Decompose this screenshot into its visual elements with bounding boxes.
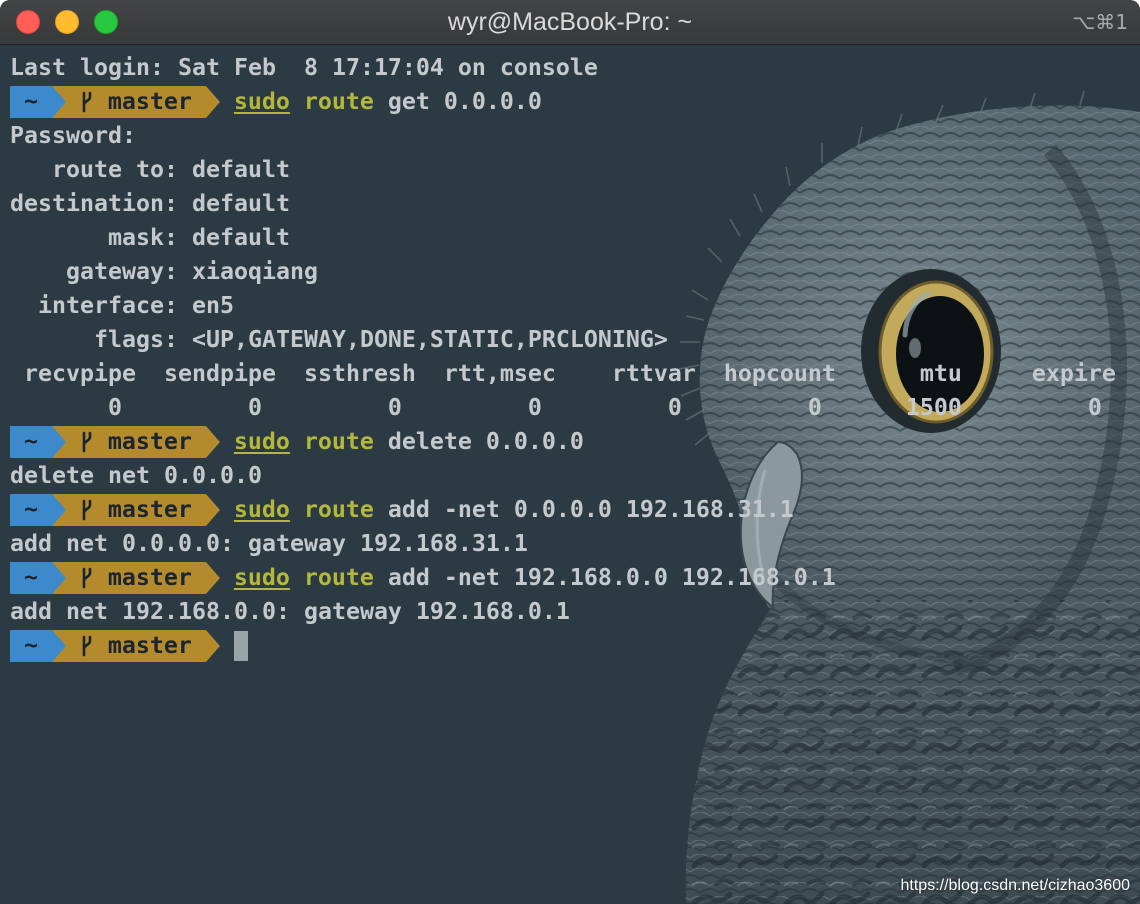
text-cursor (233, 631, 248, 661)
command-arguments: add -net 0.0.0.0 192.168.31.1 (387, 496, 794, 523)
prompt-git-branch: master (107, 88, 192, 115)
command-name: route (303, 428, 374, 455)
git-branch-icon (82, 635, 92, 657)
command-prompt-line: ~ master sudo route delete 0.0.0.0 (10, 425, 1140, 459)
output-line: interface: en5 (10, 292, 234, 319)
prompt-separator-arrow (205, 562, 220, 594)
prompt-git-segment: master (65, 494, 206, 526)
prompt-git-branch: master (107, 428, 192, 455)
output-line: destination: default (10, 190, 290, 217)
output-line: Last login: Sat Feb 8 17:17:04 on consol… (10, 54, 598, 81)
output-line: delete net 0.0.0.0 (10, 462, 262, 489)
terminal-body[interactable]: Last login: Sat Feb 8 17:17:04 on consol… (0, 45, 1140, 904)
window-shortcut-label: ⌥⌘1 (1072, 10, 1128, 34)
prompt-git-segment: master (65, 630, 206, 662)
prompt-directory-segment: ~ (10, 630, 52, 662)
prompt-directory-segment: ~ (10, 426, 52, 458)
prompt-directory-segment: ~ (10, 86, 52, 118)
prompt-git-branch: master (107, 564, 192, 591)
prompt-git-segment: master (65, 426, 206, 458)
active-prompt-line[interactable]: ~ master (10, 629, 1140, 663)
command-precommand: sudo (233, 564, 290, 591)
prompt-separator-arrow (205, 426, 220, 458)
prompt-git-segment: master (65, 86, 206, 118)
prompt-separator-arrow (51, 562, 66, 594)
window-title: wyr@MacBook-Pro: ~ (447, 8, 693, 36)
prompt-git-segment: master (65, 562, 206, 594)
prompt-separator-arrow (205, 86, 220, 118)
git-branch-icon (82, 431, 92, 453)
output-line: recvpipe sendpipe ssthresh rtt,msec rttv… (10, 360, 1116, 387)
output-line: Password: (10, 122, 136, 149)
output-line: gateway: xiaoqiang (10, 258, 318, 285)
output-line: flags: <UP,GATEWAY,DONE,STATIC,PRCLONING… (10, 326, 668, 353)
prompt-directory: ~ (23, 88, 38, 115)
prompt-directory-segment: ~ (10, 562, 52, 594)
command-precommand: sudo (233, 88, 290, 115)
prompt-separator-arrow (51, 494, 66, 526)
title-bar[interactable]: wyr@MacBook-Pro: ~ ⌥⌘1 (0, 0, 1140, 45)
command-name: route (303, 564, 374, 591)
command-precommand: sudo (233, 428, 290, 455)
output-line: add net 0.0.0.0: gateway 192.168.31.1 (10, 530, 528, 557)
command-arguments: delete 0.0.0.0 (387, 428, 584, 455)
output-line: add net 192.168.0.0: gateway 192.168.0.1 (10, 598, 570, 625)
prompt-directory: ~ (23, 632, 38, 659)
prompt-separator-arrow (205, 494, 220, 526)
command-arguments: add -net 192.168.0.0 192.168.0.1 (387, 564, 836, 591)
prompt-separator-arrow (205, 630, 220, 662)
command-name: route (303, 88, 374, 115)
prompt-separator-arrow (51, 86, 66, 118)
prompt-directory: ~ (23, 428, 38, 455)
command-name: route (303, 496, 374, 523)
output-line: 0 0 0 0 0 0 1500 0 (10, 394, 1102, 421)
prompt-directory: ~ (23, 496, 38, 523)
watermark-url: https://blog.csdn.net/cizhao3600 (900, 877, 1131, 894)
git-branch-icon (82, 567, 92, 589)
prompt-git-branch: master (107, 496, 192, 523)
output-line: route to: default (10, 156, 290, 183)
prompt-directory-segment: ~ (10, 494, 52, 526)
prompt-separator-arrow (51, 630, 66, 662)
prompt-git-branch: master (107, 632, 192, 659)
command-prompt-line: ~ master sudo route add -net 192.168.0.0 192… (10, 561, 1140, 595)
command-precommand: sudo (233, 496, 290, 523)
git-branch-icon (82, 91, 92, 113)
output-line: mask: default (10, 224, 290, 251)
prompt-directory: ~ (23, 564, 38, 591)
terminal-window: wyr@MacBook-Pro: ~ ⌥⌘1 Last login: Sat F… (0, 0, 1140, 904)
git-branch-icon (82, 499, 92, 521)
command-prompt-line: ~ master sudo route get 0.0.0.0 (10, 85, 1140, 119)
command-arguments: get 0.0.0.0 (387, 88, 542, 115)
command-prompt-line: ~ master sudo route add -net 0.0.0.0 192.168… (10, 493, 1140, 527)
prompt-separator-arrow (51, 426, 66, 458)
